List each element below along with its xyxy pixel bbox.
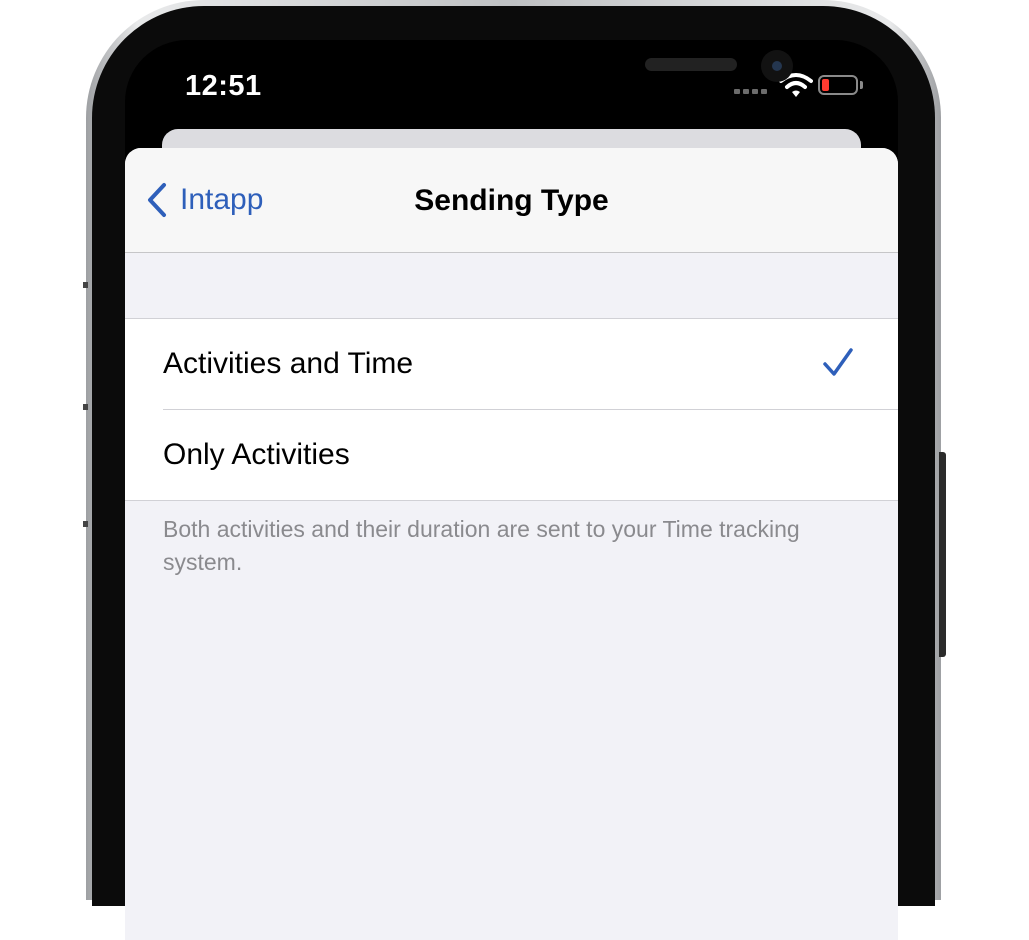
options-list: Activities and Time Only Activities bbox=[125, 318, 898, 501]
screen: 12:51 Intapp Sending Type Activities and… bbox=[125, 40, 898, 940]
battery-icon bbox=[818, 75, 858, 95]
navigation-bar: Intapp Sending Type bbox=[125, 148, 898, 253]
volume-up-button bbox=[83, 404, 88, 410]
option-activities-and-time[interactable]: Activities and Time bbox=[125, 319, 898, 409]
option-only-activities[interactable]: Only Activities bbox=[163, 409, 898, 500]
side-button bbox=[939, 452, 946, 657]
option-label: Only Activities bbox=[163, 438, 350, 471]
status-time: 12:51 bbox=[185, 70, 262, 102]
modal-sheet: Intapp Sending Type Activities and Time … bbox=[125, 148, 898, 940]
checkmark-icon bbox=[823, 348, 853, 376]
footer-note: Both activities and their duration are s… bbox=[163, 516, 800, 575]
front-camera bbox=[761, 50, 793, 82]
page-title: Sending Type bbox=[414, 184, 609, 217]
volume-switch bbox=[83, 282, 88, 288]
speaker-grille bbox=[645, 58, 737, 71]
notch bbox=[303, 40, 793, 106]
cellular-signal-icon bbox=[734, 89, 767, 94]
option-label: Activities and Time bbox=[163, 347, 414, 380]
battery-tip bbox=[860, 81, 863, 89]
volume-down-button bbox=[83, 521, 88, 527]
